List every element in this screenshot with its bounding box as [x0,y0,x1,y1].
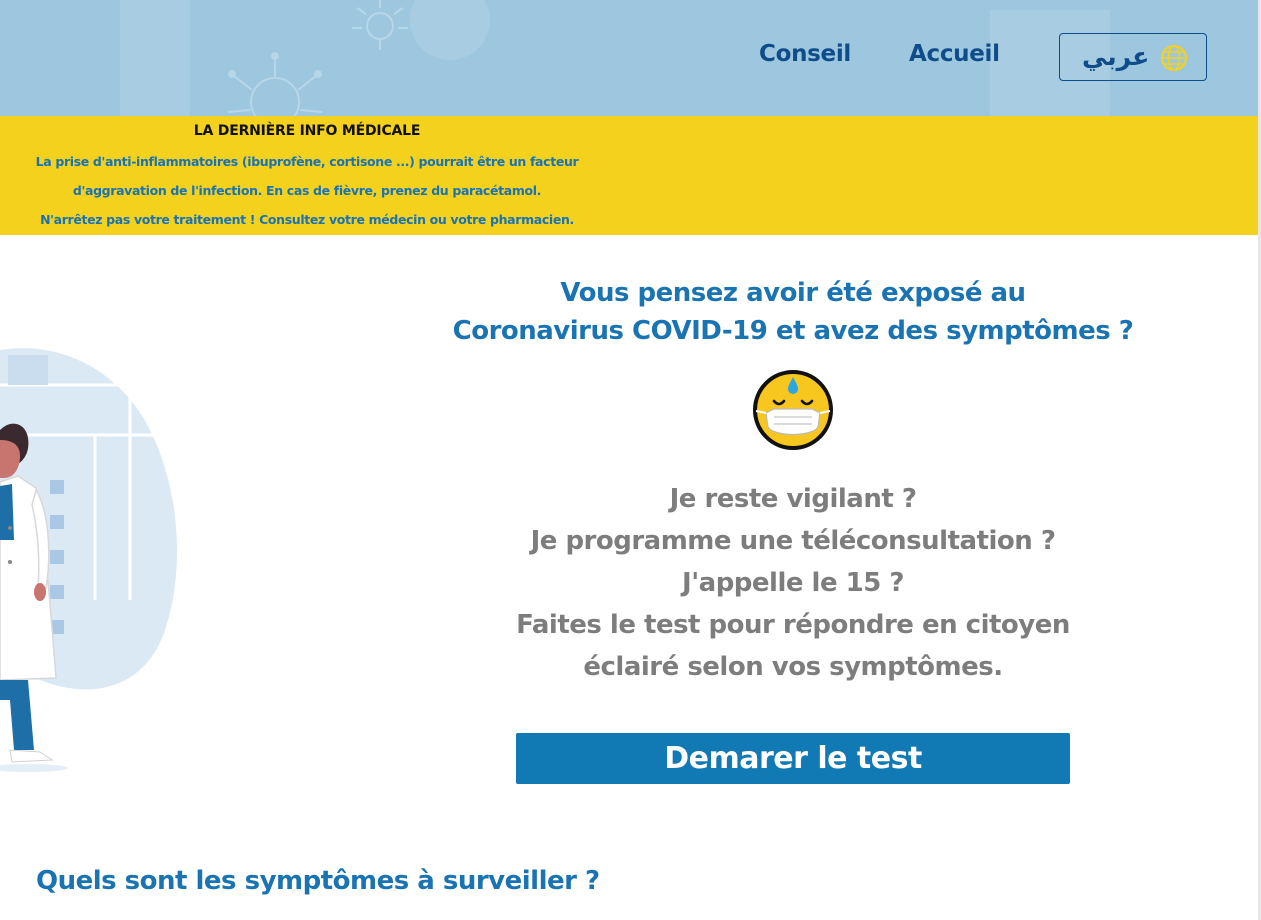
question-line: J'appelle le 15 ? [682,568,904,598]
globe-icon [1161,45,1187,71]
question-line: Je reste vigilant ? [669,484,917,514]
info-banner-line: La prise d'anti-inflammatoires (ibuprofè… [35,154,579,169]
doctor-illustration [0,348,177,772]
question-line: Faites le test pour répondre en citoyen [516,610,1070,640]
info-banner-line: d'aggravation de l'infection. En cas de … [72,183,542,198]
nav-accueil[interactable]: Accueil [909,41,1000,67]
language-label: عربي [1082,42,1150,71]
nav-conseil[interactable]: Conseil [759,41,851,67]
start-test-button[interactable]: Demarer le test [516,733,1070,784]
site-header: Conseil Accueil عربي [0,0,1261,116]
symptoms-heading: Quels sont les symptômes à surveiller ? [36,866,600,896]
language-switch-button[interactable]: عربي [1059,33,1207,81]
masked-face-icon [753,370,833,450]
question-line: éclairé selon vos symptômes. [583,652,1003,682]
hero-title-line: Coronavirus COVID-19 et avez des symptôm… [452,316,1134,346]
info-banner-line: N'arrêtez pas votre traitement ! Consult… [40,212,574,227]
medical-info-banner: LA DERNIÈRE INFO MÉDICALE La prise d'ant… [0,116,1258,235]
info-banner-title: LA DERNIÈRE INFO MÉDICALE [193,123,421,139]
question-line: Je programme une téléconsultation ? [530,526,1056,556]
hero-title-line: Vous pensez avoir été exposé au [560,278,1026,308]
